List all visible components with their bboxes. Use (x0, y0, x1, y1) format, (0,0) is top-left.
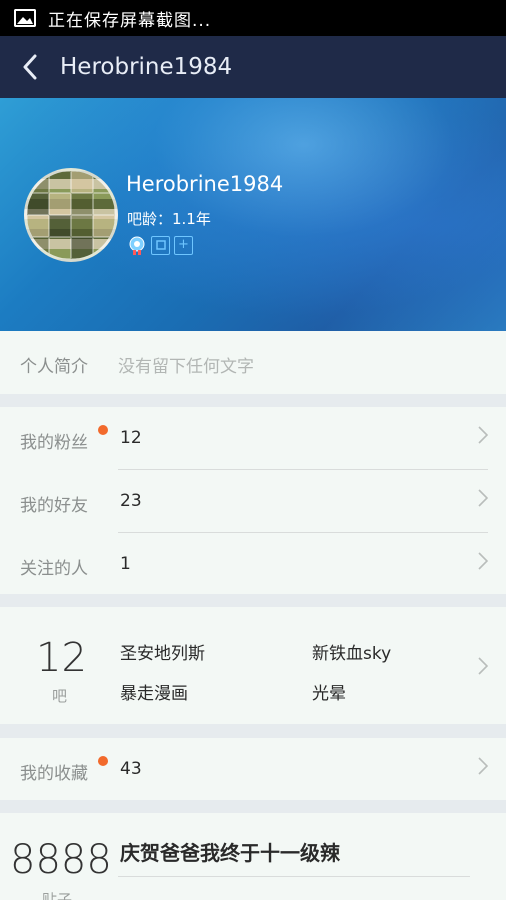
divider (118, 876, 470, 877)
friends-count: 23 (120, 491, 142, 511)
intro-row[interactable]: 个人简介 没有留下任何文字 (0, 331, 506, 394)
fans-new-dot (98, 425, 108, 435)
profile-name: Herobrine1984 (126, 172, 284, 196)
intro-label: 个人简介 (20, 357, 88, 377)
bar-age: 吧龄：1.1年 (127, 210, 211, 228)
favorites-row[interactable]: 我的收藏 43 (0, 738, 506, 800)
friends-label: 我的好友 (20, 496, 88, 516)
fans-row[interactable]: 我的粉丝 12 (0, 407, 506, 469)
bars-count: 12 (36, 635, 87, 681)
fans-count: 12 (120, 428, 142, 448)
chevron-left-icon (23, 54, 37, 80)
status-text: 正在保存屏幕截图... (48, 10, 212, 31)
medal-badge-icon[interactable] (127, 236, 147, 260)
page-title: Herobrine1984 (60, 54, 233, 80)
chevron-right-icon (478, 552, 488, 570)
posts-row[interactable]: 8888 贴子 庆贺爸爸我终于十一级辣 (0, 813, 506, 900)
chevron-right-icon (478, 657, 488, 675)
status-bar: 正在保存屏幕截图... (0, 0, 506, 36)
favorites-new-dot (98, 756, 108, 766)
following-row[interactable]: 关注的人 1 (0, 533, 506, 594)
intro-value: 没有留下任何文字 (118, 357, 254, 377)
following-label: 关注的人 (20, 559, 88, 579)
bar-item: 暴走漫画 (120, 684, 188, 704)
following-count: 1 (120, 554, 131, 574)
level-badge-icon[interactable] (151, 236, 170, 255)
add-badge-button[interactable]: + (174, 236, 193, 255)
posts-unit: 贴子 (42, 891, 73, 900)
avatar[interactable] (24, 168, 118, 262)
latest-post-title: 庆贺爸爸我终于十一级辣 (120, 841, 340, 865)
bars-row[interactable]: 12 吧 圣安地列斯 新铁血sky 暴走漫画 光晕 (0, 607, 506, 724)
bar-item: 光晕 (312, 684, 346, 704)
bars-unit: 吧 (52, 687, 68, 705)
friends-row[interactable]: 我的好友 23 (0, 470, 506, 532)
fans-label: 我的粉丝 (20, 433, 88, 453)
profile-header: Herobrine1984 吧龄：1.1年 + (0, 98, 506, 331)
chevron-right-icon (478, 426, 488, 444)
back-button[interactable] (0, 36, 60, 98)
bar-item: 圣安地列斯 (120, 644, 205, 664)
social-section: 我的粉丝 12 我的好友 23 关注的人 1 (0, 407, 506, 594)
image-icon (14, 9, 36, 27)
posts-count: 8888 (10, 837, 112, 883)
badge-row: + (127, 236, 193, 260)
favorites-count: 43 (120, 759, 142, 779)
favorites-label: 我的收藏 (20, 764, 88, 784)
chevron-right-icon (478, 489, 488, 507)
chevron-right-icon (478, 757, 488, 775)
nav-bar: Herobrine1984 (0, 36, 506, 98)
bar-item: 新铁血sky (312, 644, 392, 664)
